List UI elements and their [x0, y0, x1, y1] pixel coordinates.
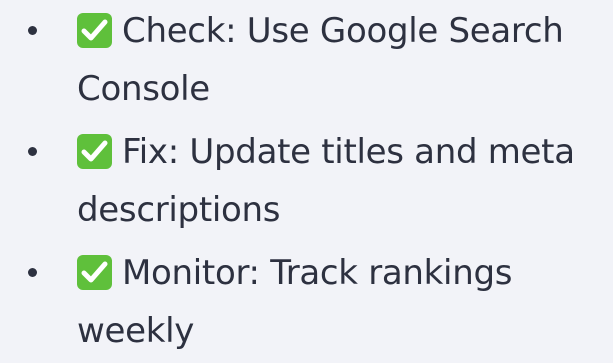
item-label: Fix:: [122, 132, 179, 172]
list-item-content: Fix: Update titles and meta descriptions: [77, 123, 607, 239]
bullet: [28, 268, 37, 277]
check-mark-icon: [77, 13, 112, 48]
item-label: Monitor:: [122, 253, 260, 293]
bullet: [28, 147, 37, 156]
list-item-content: Check: Use Google Search Console: [77, 2, 607, 118]
check-mark-icon: [77, 255, 112, 290]
list-item-content: Monitor: Track rankings weekly: [77, 244, 607, 360]
bullet: [28, 26, 37, 35]
check-mark-icon: [77, 134, 112, 169]
item-label: Check:: [122, 11, 237, 51]
